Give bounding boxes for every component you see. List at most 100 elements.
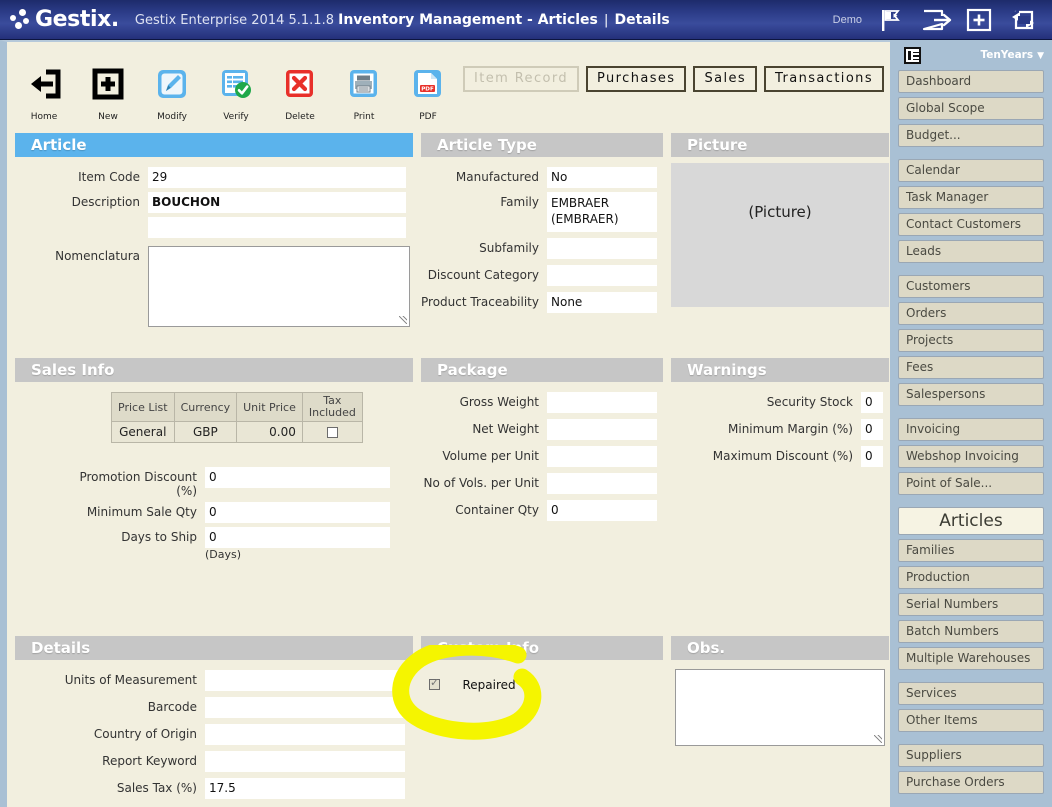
sidebar-item-invoicing[interactable]: Invoicing — [898, 418, 1044, 441]
gross-weight-input[interactable] — [547, 392, 657, 413]
maximum-discount-label: Maximum Discount (%) — [712, 449, 853, 463]
sidebar-item-multiple-warehouses[interactable]: Multiple Warehouses — [898, 647, 1044, 670]
repaired-checkbox[interactable] — [429, 676, 440, 691]
gross-weight-label: Gross Weight — [459, 395, 539, 409]
manufactured-label: Manufactured — [455, 170, 539, 184]
sidebar-item-orders[interactable]: Orders — [898, 302, 1044, 325]
plus-box-icon[interactable] — [964, 5, 994, 35]
sidebar-item-services[interactable]: Services — [898, 682, 1044, 705]
family-input[interactable]: EMBRAER (EMBRAER) — [547, 192, 657, 232]
toolbar-button-home[interactable]: Home — [21, 64, 67, 122]
minimum-sale-qty-input[interactable]: 0 — [205, 502, 390, 523]
chevron-down-icon: ▼ — [1037, 51, 1044, 61]
toolbar-button-delete[interactable]: Delete — [277, 64, 323, 122]
manufactured-input[interactable]: No — [547, 167, 657, 188]
flag-icon[interactable] — [876, 5, 906, 35]
barcode-input[interactable] — [205, 697, 405, 718]
sidebar-item-other-items[interactable]: Other Items — [898, 709, 1044, 732]
app-title-separator: | — [604, 12, 609, 28]
sidebar-item-dashboard[interactable]: Dashboard — [898, 70, 1044, 93]
sidebar-item-point-of-sale[interactable]: Point of Sale... — [898, 472, 1044, 495]
security-stock-input[interactable]: 0 — [861, 392, 883, 413]
description-input[interactable]: BOUCHON — [148, 192, 406, 213]
promotion-discount-input[interactable]: 0 — [205, 467, 390, 488]
col-tax-included: Tax Included — [301, 392, 363, 422]
tab-purchases[interactable]: Purchases — [586, 66, 687, 92]
sidebar-item-calendar[interactable]: Calendar — [898, 159, 1044, 182]
maximum-discount-input[interactable]: 0 — [861, 446, 883, 467]
sidebar-item-global-scope[interactable]: Global Scope — [898, 97, 1044, 120]
menu-list-icon[interactable] — [904, 46, 921, 64]
subfamily-input[interactable] — [547, 238, 657, 259]
sidebar-item-budget[interactable]: Budget... — [898, 124, 1044, 147]
sidebar-item-serial-numbers[interactable]: Serial Numbers — [898, 593, 1044, 616]
description-input-2[interactable] — [148, 217, 406, 238]
table-header-row: Price List Currency Unit Price Tax Inclu… — [111, 392, 363, 422]
panel-package-title: Package — [421, 358, 663, 382]
sidebar-item-task-manager[interactable]: Task Manager — [898, 186, 1044, 209]
days-to-ship-input[interactable]: 0 — [205, 527, 390, 548]
sidebar-item-families[interactable]: Families — [898, 539, 1044, 562]
app-logo[interactable]: Gestix. — [10, 7, 119, 32]
toolbar-button-print[interactable]: Print — [341, 64, 387, 122]
toolbar-label: Modify — [157, 112, 187, 122]
tab-sales[interactable]: Sales — [693, 66, 758, 92]
sidebar-item-purchase-orders[interactable]: Purchase Orders — [898, 771, 1044, 794]
refresh-icon[interactable] — [1008, 5, 1038, 35]
plus-square-icon — [88, 68, 128, 108]
field-row-discount-category: Discount Category — [421, 265, 663, 286]
country-of-origin-input[interactable] — [205, 724, 405, 745]
logout-icon[interactable] — [920, 5, 952, 35]
sales-tax-input[interactable]: 17.5 — [205, 778, 405, 799]
discount-category-input[interactable] — [547, 265, 657, 286]
units-of-measurement-input[interactable] — [205, 670, 405, 691]
tax-included-checkbox[interactable] — [326, 427, 338, 438]
picture-placeholder[interactable]: (Picture) — [671, 163, 889, 307]
sidebar-item-customers[interactable]: Customers — [898, 275, 1044, 298]
red-x-icon — [280, 70, 320, 108]
toolbar-button-new[interactable]: New — [85, 64, 131, 122]
description-label: Description — [71, 195, 140, 209]
action-toolbar: Home New Modify Verify Delete Print PDF … — [21, 64, 451, 122]
field-row-product-traceability: Product Traceability None — [421, 292, 663, 313]
col-unit-price: Unit Price — [236, 392, 303, 422]
sidebar-item-webshop-invoicing[interactable]: Webshop Invoicing — [898, 445, 1044, 468]
report-keyword-input[interactable] — [205, 751, 405, 772]
field-row-days-to-ship: Days to Ship 0 (Days) — [15, 527, 413, 561]
sidebar-item-fees[interactable]: Fees — [898, 356, 1044, 379]
container-qty-input[interactable]: 0 — [547, 500, 657, 521]
sidebar-item-salespersons[interactable]: Salespersons — [898, 383, 1044, 406]
sidebar-item-suppliers[interactable]: Suppliers — [898, 744, 1044, 767]
obs-textarea[interactable] — [675, 669, 885, 746]
toolbar-label: Print — [353, 112, 375, 122]
volume-per-unit-input[interactable] — [547, 446, 657, 467]
sidebar-divider — [898, 736, 1044, 744]
col-currency: Currency — [173, 392, 238, 422]
sidebar-item-projects[interactable]: Projects — [898, 329, 1044, 352]
sidebar-item-leads[interactable]: Leads — [898, 240, 1044, 263]
field-row-family: Family EMBRAER (EMBRAER) — [421, 192, 663, 232]
sidebar-section-articles[interactable]: Articles — [898, 507, 1044, 535]
user-menu[interactable]: TenYears ▼ — [980, 49, 1044, 61]
toolbar-button-pdf[interactable]: PDF PDF — [405, 64, 451, 122]
tab-transactions[interactable]: Transactions — [764, 66, 884, 92]
sidebar-item-production[interactable]: Production — [898, 566, 1044, 589]
cell-tax-included[interactable] — [301, 421, 363, 443]
sidebar-item-contact-customers[interactable]: Contact Customers — [898, 213, 1044, 236]
sidebar-item-batch-numbers[interactable]: Batch Numbers — [898, 620, 1044, 643]
net-weight-input[interactable] — [547, 419, 657, 440]
cell-currency: GBP — [173, 421, 238, 443]
no-of-vols-input[interactable] — [547, 473, 657, 494]
country-of-origin-label: Country of Origin — [93, 727, 197, 741]
toolbar-button-modify[interactable]: Modify — [149, 64, 195, 122]
panel-warnings-title: Warnings — [671, 358, 889, 382]
item-code-input[interactable]: 29 — [148, 167, 406, 188]
days-to-ship-label: Days to Ship — [121, 530, 197, 544]
minimum-margin-input[interactable]: 0 — [861, 419, 883, 440]
table-row[interactable]: General GBP 0.00 — [111, 421, 363, 443]
nomenclatura-textarea[interactable] — [148, 246, 410, 327]
product-traceability-input[interactable]: None — [547, 292, 657, 313]
product-traceability-label: Product Traceability — [421, 295, 539, 309]
toolbar-button-verify[interactable]: Verify — [213, 64, 259, 122]
field-row-item-code: Item Code 29 — [15, 167, 413, 188]
